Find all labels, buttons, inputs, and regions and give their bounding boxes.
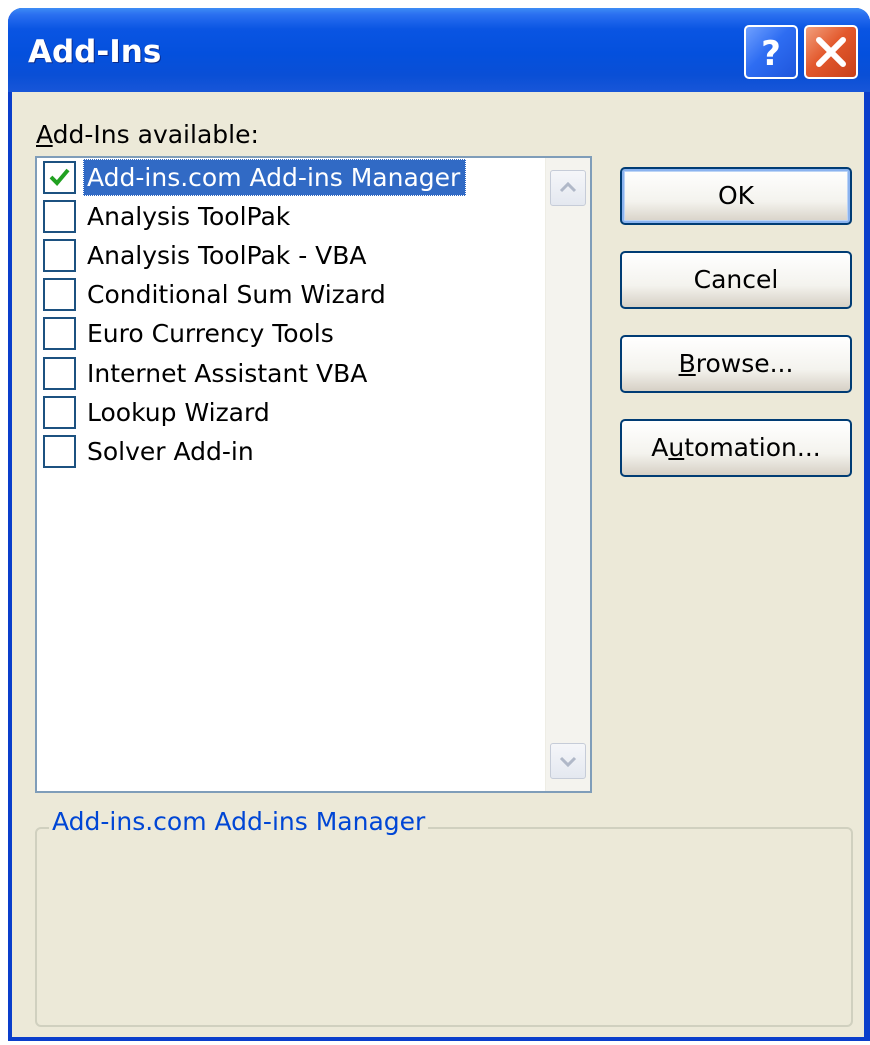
list-item-label: Lookup Wizard	[87, 398, 270, 427]
list-item-lookup-wizard[interactable]: Lookup Wizard	[37, 394, 541, 433]
scroll-up-button[interactable]	[550, 170, 586, 206]
list-item-euro-currency-tools[interactable]: Euro Currency Tools	[37, 315, 541, 354]
add-ins-available-label: Add-Ins available:	[36, 120, 259, 149]
list-item-label: Conditional Sum Wizard	[87, 280, 386, 309]
checkmark-icon	[49, 168, 70, 186]
list-item-conditional-sum-wizard[interactable]: Conditional Sum Wizard	[37, 276, 541, 315]
list-item-label: Analysis ToolPak - VBA	[87, 241, 367, 270]
list-item-label: Analysis ToolPak	[87, 202, 291, 231]
list-item-label: Euro Currency Tools	[87, 319, 334, 348]
ok-button[interactable]: OK	[620, 167, 852, 225]
dialog-body: Add-Ins available: Add-ins.com Add-ins M…	[12, 92, 864, 1037]
list-item-label: Add-ins.com Add-ins Manager	[83, 159, 467, 196]
add-ins-manager-checkbox[interactable]	[43, 161, 76, 194]
list-item-internet-assistant-vba[interactable]: Internet Assistant VBA	[37, 355, 541, 394]
dialog-title: Add-Ins	[28, 34, 162, 70]
lookup-wizard-checkbox[interactable]	[43, 396, 76, 429]
list-item-solver-add-in[interactable]: Solver Add-in	[37, 433, 541, 472]
list-item-analysis-toolpak-vba[interactable]: Analysis ToolPak - VBA	[37, 237, 541, 276]
description-group: Add-ins.com Add-ins Manager	[35, 807, 853, 1027]
list-item-analysis-toolpak[interactable]: Analysis ToolPak	[37, 198, 541, 237]
list-scrollbar[interactable]	[545, 158, 590, 791]
chevron-down-icon	[559, 756, 577, 768]
close-button[interactable]	[804, 25, 858, 79]
scroll-down-button[interactable]	[550, 743, 586, 779]
browse-button[interactable]: Browse...	[620, 335, 852, 393]
automation-button[interactable]: Automation...	[620, 419, 852, 477]
svg-text:?: ?	[761, 34, 781, 74]
add-ins-dialog: Add-Ins ? Add-Ins available: Add-ins.com…	[8, 8, 870, 1041]
chevron-up-icon	[559, 181, 577, 193]
euro-currency-tools-checkbox[interactable]	[43, 317, 76, 350]
close-icon	[816, 37, 846, 67]
conditional-sum-wizard-checkbox[interactable]	[43, 278, 76, 311]
list-item-label: Solver Add-in	[87, 437, 254, 466]
list-item-label: Internet Assistant VBA	[87, 359, 368, 388]
list-item-add-ins-manager[interactable]: Add-ins.com Add-ins Manager	[37, 159, 541, 198]
cancel-button[interactable]: Cancel	[620, 251, 852, 309]
solver-add-in-checkbox[interactable]	[43, 435, 76, 468]
help-button[interactable]: ?	[744, 25, 798, 79]
description-group-label: Add-ins.com Add-ins Manager	[49, 807, 429, 836]
analysis-toolpak-checkbox[interactable]	[43, 200, 76, 233]
analysis-toolpak-vba-checkbox[interactable]	[43, 239, 76, 272]
question-mark-icon: ?	[761, 34, 781, 74]
add-ins-list[interactable]: Add-ins.com Add-ins Manager Analysis Too…	[35, 156, 592, 793]
title-bar[interactable]: Add-Ins ?	[8, 8, 870, 92]
internet-assistant-vba-checkbox[interactable]	[43, 357, 76, 390]
